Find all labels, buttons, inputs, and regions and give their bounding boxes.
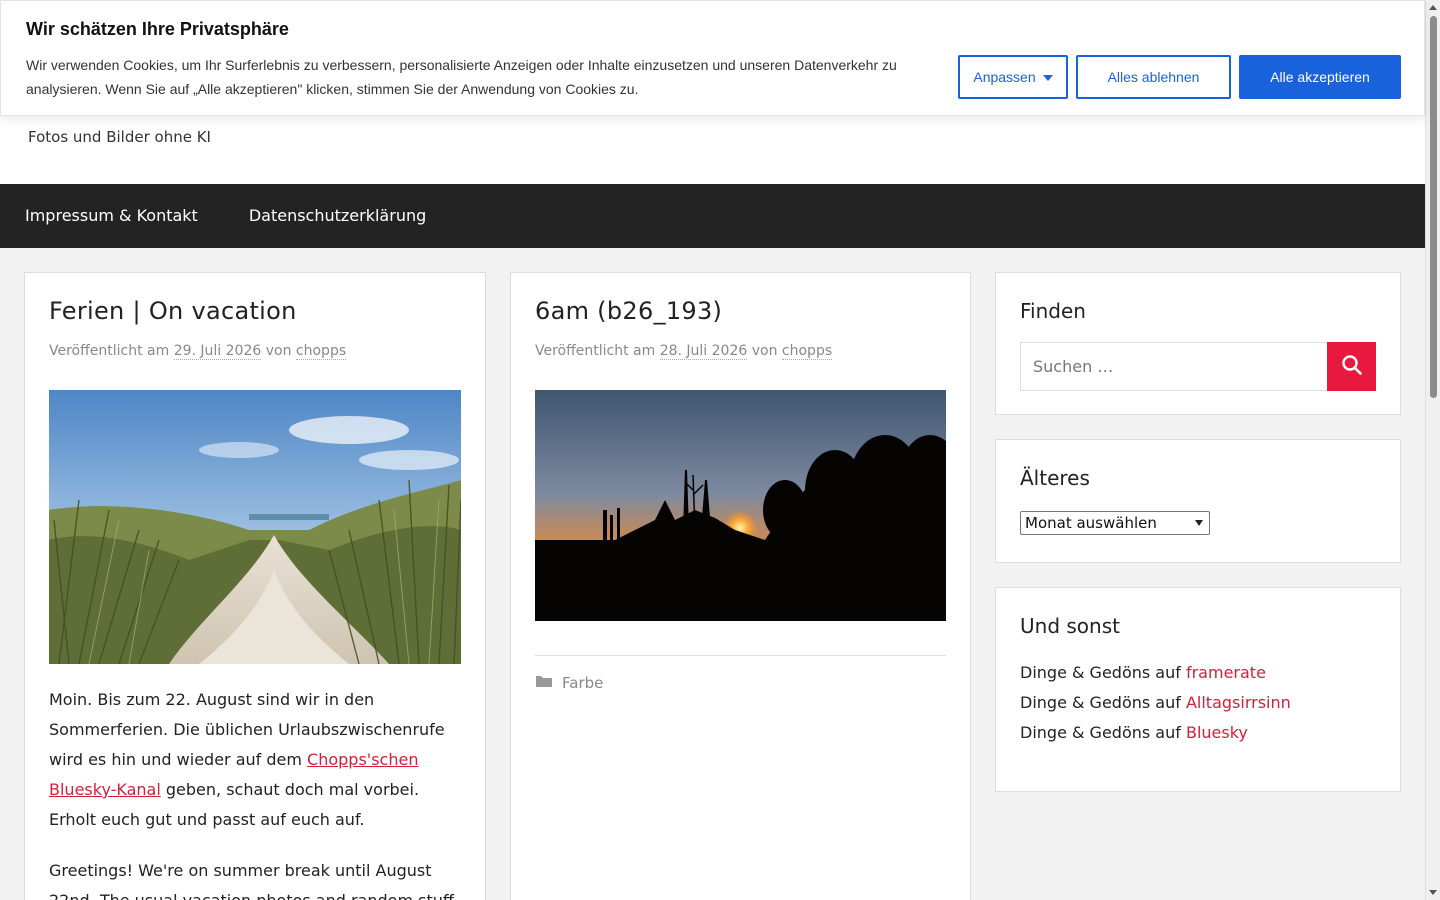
archive-month-select[interactable]: Monat auswählen [1020,511,1210,535]
page-scrollbar[interactable] [1425,0,1440,900]
bluesky-link[interactable]: Bluesky [1186,723,1248,742]
widget-title: Älteres [1020,466,1090,490]
chevron-down-icon [1195,520,1203,526]
post-title[interactable]: 6am (b26_193) [535,297,722,325]
post-card: 6am (b26_193) Veröffentlicht am 28. Juli… [510,272,971,900]
accept-all-button[interactable]: Alle akzeptieren [1239,55,1401,99]
meta-prefix: Veröffentlicht am [49,343,170,359]
post-paragraph-en: Greetings! We're on summer break until A… [49,861,454,900]
post-image-sunrise[interactable] [535,390,946,621]
category-link[interactable]: Farbe [562,674,603,692]
caret-down-icon [1042,75,1053,81]
cookie-title: Wir schätzen Ihre Privatsphäre [26,19,289,39]
nav-item-impressum[interactable]: Impressum & Kontakt [25,184,198,248]
post-date-link[interactable]: 28. Juli 2026 [659,343,748,360]
post-meta: Veröffentlicht am 29. Juli 2026 von chop… [49,343,347,360]
post-image-dunes[interactable] [49,390,461,664]
post-footer: Farbe [535,655,946,692]
site-tagline: Fotos und Bilder ohne KI [28,128,211,146]
cookie-consent-banner: Wir schätzen Ihre Privatsphäre Wir verwe… [0,0,1425,116]
list-item: Dinge & Gedöns auf Bluesky [1020,718,1291,748]
links-widget: Und sonst Dinge & Gedöns auf framerate D… [995,587,1401,792]
reject-label: Alles ablehnen [1107,69,1200,85]
search-input[interactable] [1020,342,1327,391]
search-form [1020,342,1376,391]
nav-item-datenschutz[interactable]: Datenschutzerklärung [249,184,426,248]
reject-all-button[interactable]: Alles ablehnen [1076,55,1231,99]
widget-title: Und sonst [1020,614,1120,638]
scroll-down-icon[interactable] [1429,890,1437,895]
post-meta: Veröffentlicht am 28. Juli 2026 von chop… [535,343,833,360]
accept-label: Alle akzeptieren [1270,69,1370,85]
customize-button[interactable]: Anpassen [958,55,1068,99]
scroll-up-icon[interactable] [1429,5,1437,10]
post-excerpt: Moin. Bis zum 22. August sind wir in den… [49,685,461,900]
meta-by: von [265,343,292,359]
search-icon [1341,354,1363,379]
post-author-link[interactable]: chopps [781,343,833,360]
main-navigation: Impressum & Kontakt Datenschutzerklärung [0,184,1425,248]
archive-widget: Älteres Monat auswählen [995,439,1401,563]
link-prefix: Dinge & Gedöns auf [1020,693,1186,712]
links-list: Dinge & Gedöns auf framerate Dinge & Ged… [1020,658,1291,748]
list-item: Dinge & Gedöns auf framerate [1020,658,1291,688]
meta-prefix: Veröffentlicht am [535,343,656,359]
post-author-link[interactable]: chopps [295,343,347,360]
link-prefix: Dinge & Gedöns auf [1020,663,1186,682]
folder-icon [535,674,553,692]
cookie-description: Wir verwenden Cookies, um Ihr Surferlebn… [26,57,897,97]
scrollbar-thumb[interactable] [1430,16,1437,398]
framerate-link[interactable]: framerate [1186,663,1266,682]
widget-title: Finden [1020,299,1086,323]
post-paragraph: Moin. Bis zum 22. August sind wir in den… [49,685,461,835]
search-button[interactable] [1327,342,1376,391]
meta-by: von [751,343,778,359]
post-card: Ferien | On vacation Veröffentlicht am 2… [24,272,486,900]
alltagsirrsinn-link[interactable]: Alltagsirrsinn [1186,693,1291,712]
list-item: Dinge & Gedöns auf Alltagsirrsinn [1020,688,1291,718]
search-widget: Finden [995,272,1401,415]
post-title[interactable]: Ferien | On vacation [49,297,297,325]
post-date-link[interactable]: 29. Juli 2026 [173,343,262,360]
link-prefix: Dinge & Gedöns auf [1020,723,1186,742]
customize-label: Anpassen [973,69,1036,85]
select-value: Monat auswählen [1025,514,1157,532]
